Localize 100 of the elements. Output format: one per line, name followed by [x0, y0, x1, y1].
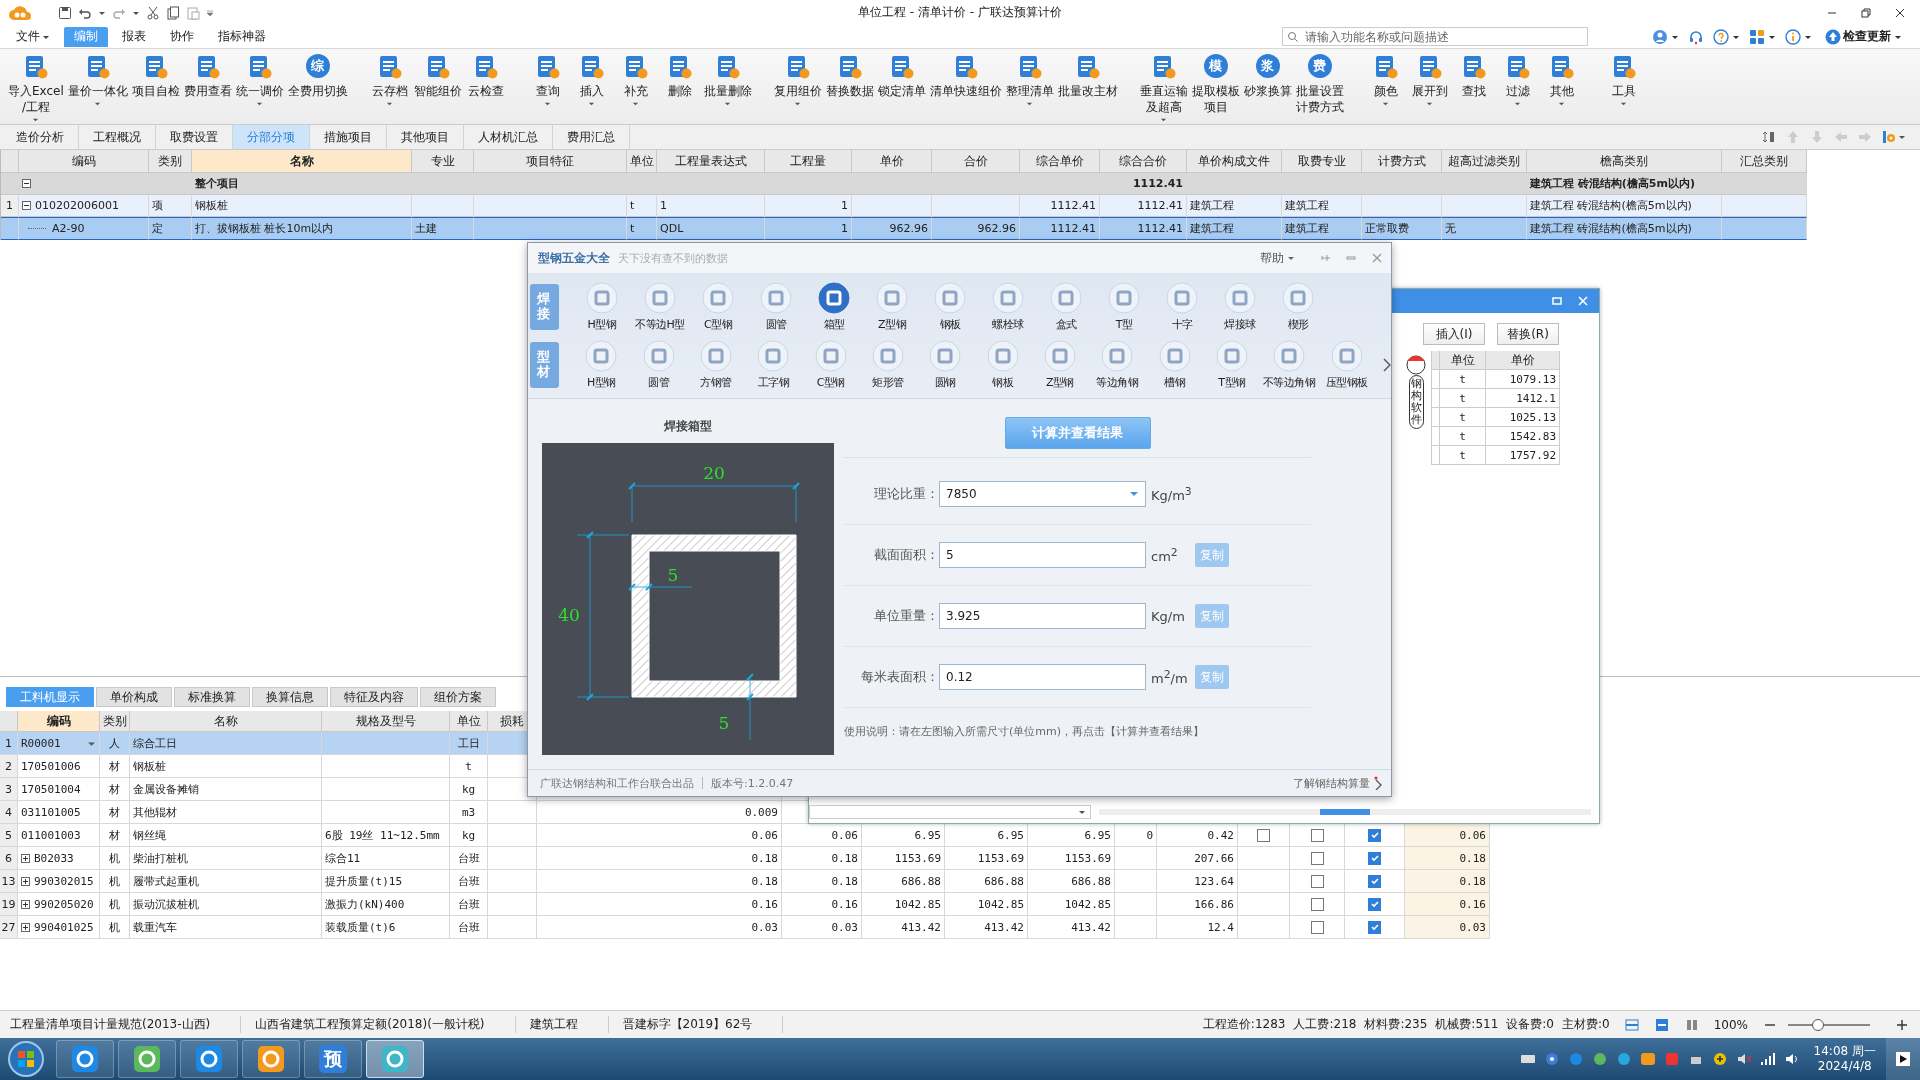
ribbon-button[interactable]: 费 批量设置 计费方式	[1295, 49, 1344, 123]
collapse-toggle[interactable]	[21, 922, 30, 932]
column-header[interactable]: 编码	[19, 150, 149, 173]
shape-item[interactable]: C型钢	[689, 281, 747, 332]
ribbon-button[interactable]: 复用组价	[773, 49, 822, 107]
shape-item[interactable]: H型钢	[572, 339, 631, 390]
dimension-label[interactable]: 20	[703, 463, 725, 483]
column-header[interactable]: 单价构成文件	[1187, 150, 1282, 173]
dialog-button[interactable]: 替换(R)	[1497, 323, 1559, 345]
tab[interactable]: 换算信息	[252, 687, 328, 707]
column-header[interactable]: 类别	[149, 150, 192, 173]
tab[interactable]: 单价构成	[96, 687, 172, 707]
tab[interactable]: 标准换算	[174, 687, 250, 707]
restore-icon[interactable]	[1860, 6, 1872, 19]
layout-icon[interactable]	[1653, 1016, 1670, 1033]
menu-item[interactable]: 指标神器	[208, 26, 276, 47]
tab[interactable]: 其他项目	[387, 125, 464, 149]
ribbon-button[interactable]: 删除	[659, 49, 700, 107]
ribbon-button[interactable]: 模 提取模板 项目	[1191, 49, 1240, 123]
shape-item[interactable]: T型	[1095, 281, 1153, 332]
slider-thumb[interactable]	[1812, 1018, 1825, 1031]
column-header[interactable]: 取费专业	[1282, 150, 1362, 173]
shape-item[interactable]: T型钢	[1203, 339, 1261, 390]
ribbon-button[interactable]: 费用查看	[183, 49, 232, 123]
input-field[interactable]: 5	[939, 542, 1146, 568]
dropdown-field[interactable]	[809, 805, 1091, 819]
shape-item[interactable]: 不等边H型	[631, 281, 689, 332]
cut-icon[interactable]	[146, 5, 160, 20]
ribbon-button[interactable]: 云检查	[465, 49, 506, 107]
input-field[interactable]: 3.925	[939, 603, 1146, 629]
ribbon-button[interactable]: 展开到	[1409, 49, 1450, 107]
search-field[interactable]: 请输入功能名称或问题描述	[1282, 27, 1588, 46]
collapse-toggle[interactable]	[21, 853, 30, 863]
checkbox[interactable]	[1310, 874, 1324, 888]
column-header[interactable]: 综合单价	[1020, 150, 1100, 173]
shape-item[interactable]: 等边角钢	[1088, 339, 1146, 390]
speaker-icon[interactable]	[1783, 1051, 1800, 1067]
shape-item[interactable]: 螺栓球	[979, 281, 1037, 332]
checkbox[interactable]	[1310, 828, 1324, 842]
ribbon-button[interactable]: 颜色	[1365, 49, 1406, 107]
circle-icon[interactable]	[1615, 1051, 1632, 1067]
column-header[interactable]: 单位	[450, 711, 488, 732]
shape-item[interactable]: 楔形	[1269, 281, 1327, 332]
collapse-toggle[interactable]	[22, 201, 31, 210]
plus-icon[interactable]	[1711, 1051, 1728, 1067]
shape-item[interactable]: 压型钢板	[1317, 339, 1376, 390]
column-header[interactable]: 工程量	[765, 150, 852, 173]
collapse-toggle[interactable]	[22, 179, 31, 188]
checkbox[interactable]	[1368, 897, 1381, 911]
checkbox[interactable]	[1310, 851, 1324, 865]
ribbon-button[interactable]: 批量删除	[703, 49, 752, 107]
column-header[interactable]: 汇总类别	[1722, 150, 1807, 173]
start-button[interactable]	[6, 1039, 46, 1079]
column-header[interactable]: 综合合价	[1100, 150, 1187, 173]
ribbon-button[interactable]: 替换数据	[825, 49, 874, 107]
column-header[interactable]: 计费方式	[1362, 150, 1442, 173]
ribbon-button[interactable]: 统一调价	[235, 49, 284, 123]
update-button[interactable]: 检查更新	[1819, 28, 1891, 45]
info-icon[interactable]	[1785, 28, 1801, 45]
dialog-button[interactable]: 插入(I)	[1423, 323, 1485, 345]
shape-item[interactable]: 槽钢	[1145, 339, 1204, 390]
taskbar-button[interactable]: 预	[304, 1040, 362, 1078]
ribbon-button[interactable]: 浆 砂浆换算	[1243, 49, 1292, 123]
shape-item[interactable]: Z型钢	[863, 281, 921, 332]
tab[interactable]: 措施项目	[310, 125, 387, 149]
checkbox[interactable]	[1368, 920, 1381, 934]
save-icon[interactable]	[58, 5, 72, 20]
tab[interactable]: 造价分析	[2, 125, 79, 149]
tab[interactable]: 特征及内容	[330, 687, 418, 707]
menu-item[interactable]: 文件	[6, 26, 60, 47]
menu-item[interactable]: 报表	[112, 26, 156, 47]
ribbon-button[interactable]: 补充	[615, 49, 656, 107]
shape-item[interactable]: H型钢	[573, 281, 631, 332]
shape-item[interactable]: 方钢管	[687, 339, 745, 390]
shape-item[interactable]: 十字	[1153, 281, 1211, 332]
tab[interactable]: 工程概况	[79, 125, 156, 149]
shape-item[interactable]: 矩形管	[859, 339, 917, 390]
tab[interactable]: 费用汇总	[553, 125, 630, 149]
shape-item[interactable]: 圆钢	[916, 339, 974, 390]
ribbon-button[interactable]: 其他	[1541, 49, 1582, 107]
ribbon-button[interactable]: 查询	[527, 49, 568, 107]
copy-icon[interactable]	[166, 5, 180, 20]
help-menu[interactable]: 帮助	[1260, 249, 1295, 267]
checkbox[interactable]	[1310, 897, 1324, 911]
ribbon-button[interactable]: 工具	[1603, 49, 1644, 107]
sort-icon[interactable]	[1762, 130, 1776, 144]
dimension-label[interactable]: 40	[558, 605, 580, 625]
show-desktop-button[interactable]	[1886, 1038, 1920, 1080]
column-header[interactable]: 编码	[18, 711, 100, 732]
dimension-label[interactable]: 5	[718, 713, 730, 733]
shape-item[interactable]: Z型钢	[1031, 339, 1089, 390]
checkbox[interactable]	[1368, 851, 1381, 865]
input-field[interactable]: 0.12	[939, 664, 1146, 690]
tab[interactable]: 组价方案	[420, 687, 496, 707]
ribbon-button[interactable]: 清单快速组价	[929, 49, 1002, 107]
settings-icon[interactable]	[1882, 130, 1896, 144]
shape-item[interactable]: 钢板	[921, 281, 979, 332]
column-header[interactable]: 规格及型号	[322, 711, 450, 732]
shape-item[interactable]: 圆管	[630, 339, 688, 390]
maximize-icon[interactable]	[1551, 295, 1563, 307]
